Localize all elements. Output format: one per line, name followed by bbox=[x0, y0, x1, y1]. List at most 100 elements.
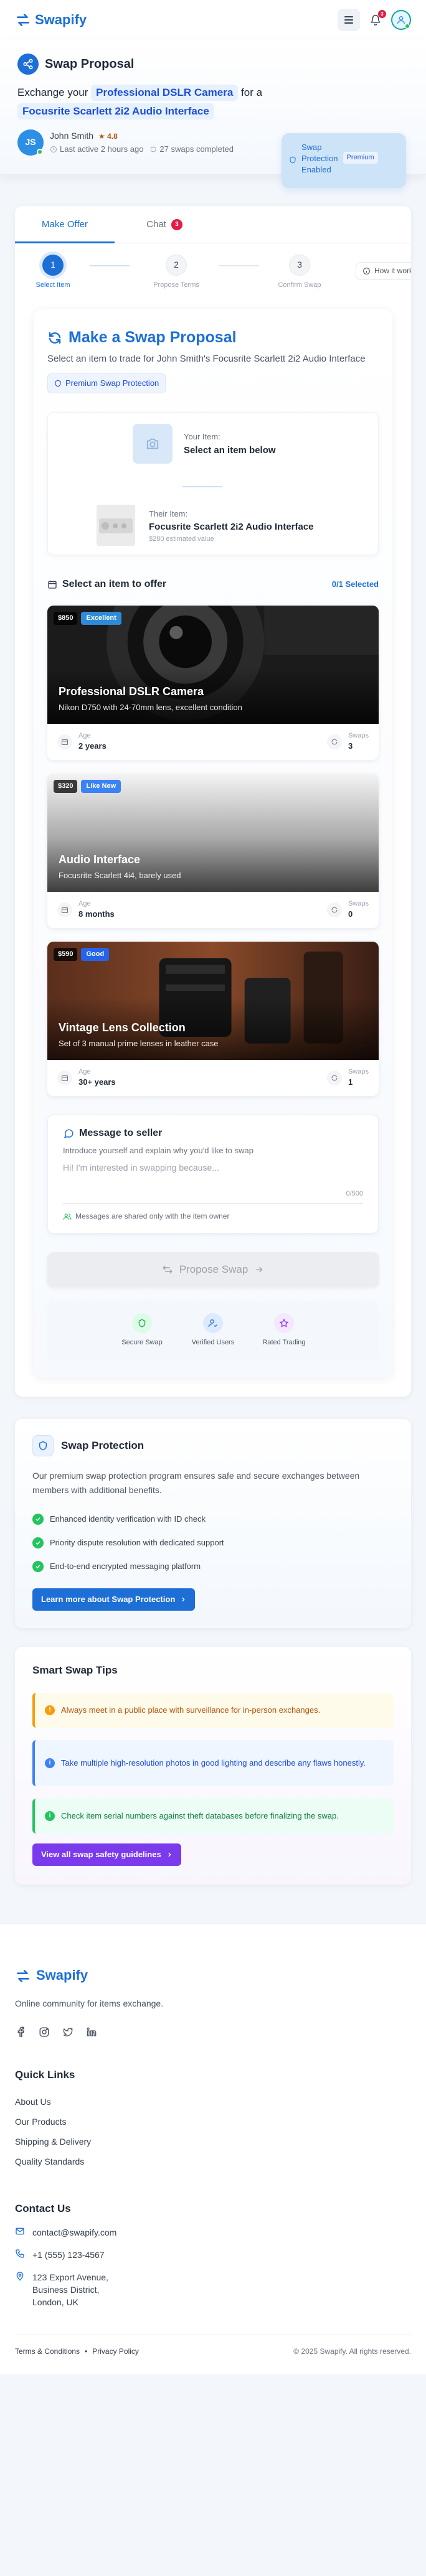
linkedin-icon[interactable] bbox=[86, 2026, 97, 2038]
their-item-label: Their Item: bbox=[149, 509, 188, 519]
swaps-label: Swaps bbox=[348, 1067, 369, 1075]
tab-chat[interactable]: Chat 3 bbox=[115, 206, 214, 243]
item-card-dslr[interactable]: $850 Excellent Professional DSLR Camera … bbox=[47, 605, 379, 760]
progress-stepper: 1 Select Item 2 Propose Terms 3 Confirm … bbox=[15, 250, 411, 293]
your-item-link[interactable]: Professional DSLR Camera bbox=[91, 85, 239, 101]
protection-title: Swap Protection bbox=[61, 1440, 144, 1452]
char-count: 0/500 bbox=[346, 1189, 363, 1197]
trust-verified-users: Verified Users bbox=[185, 1313, 241, 1347]
premium-chip: Premium bbox=[343, 152, 378, 164]
calendar-icon bbox=[57, 734, 72, 749]
item-image: $850 Excellent Professional DSLR Camera … bbox=[47, 605, 379, 724]
swap-count-text: 27 swaps completed bbox=[159, 144, 234, 154]
step-propose-terms: 2 Propose Terms bbox=[142, 255, 211, 290]
view-guidelines-button[interactable]: View all swap safety guidelines bbox=[32, 1843, 181, 1866]
separator-dot: • bbox=[85, 2347, 88, 2356]
feature-text: Priority dispute resolution with dedicat… bbox=[50, 1537, 224, 1547]
their-item-link[interactable]: Focusrite Scarlett 2i2 Audio Interface bbox=[17, 103, 214, 119]
age-label: Age bbox=[78, 1067, 91, 1075]
footer-link-shipping[interactable]: Shipping & Delivery bbox=[15, 2132, 411, 2152]
tip-text: Check item serial numbers against theft … bbox=[61, 1810, 339, 1820]
item-title: Vintage Lens Collection bbox=[59, 1021, 186, 1034]
online-indicator bbox=[37, 149, 43, 155]
footer-brand[interactable]: Swapify bbox=[15, 1966, 411, 1985]
learn-more-button[interactable]: Learn more about Swap Protection bbox=[32, 1588, 196, 1611]
chat-bubble-icon bbox=[64, 1129, 73, 1138]
select-item-heading: Select an item to offer bbox=[47, 578, 166, 591]
swap-count: 27 swaps completed bbox=[149, 144, 234, 155]
swaps-label: Swaps bbox=[348, 899, 369, 907]
step-label: Propose Terms bbox=[153, 281, 199, 289]
age-value: 2 years bbox=[78, 741, 107, 751]
your-item-value: Select an item below bbox=[184, 445, 276, 456]
message-note: Messages are shared only with the item o… bbox=[75, 1212, 230, 1221]
calendar-icon bbox=[57, 902, 72, 917]
age-value: 30+ years bbox=[78, 1077, 116, 1087]
message-textarea[interactable] bbox=[63, 1160, 363, 1204]
item-card-vintage-lens[interactable]: $590 Good Vintage Lens Collection Set of… bbox=[47, 941, 379, 1096]
price-badge: $850 bbox=[54, 611, 78, 625]
tab-label: Chat bbox=[146, 219, 166, 230]
message-subtitle: Introduce yourself and explain why you'd… bbox=[63, 1145, 253, 1155]
their-item-value: Focusrite Scarlett 2i2 Audio Interface bbox=[149, 522, 314, 533]
price-badge: $590 bbox=[54, 947, 78, 961]
feature-text: Enhanced identity verification with ID c… bbox=[50, 1514, 206, 1524]
address-line: London, UK bbox=[32, 2297, 78, 2308]
last-active: Last active 2 hours ago bbox=[50, 144, 143, 155]
social-links bbox=[15, 2026, 411, 2038]
check-icon bbox=[32, 1560, 44, 1572]
trust-secure-swap: Secure Swap bbox=[114, 1313, 170, 1347]
footer-link-products[interactable]: Our Products bbox=[15, 2112, 411, 2132]
trust-badges: Secure Swap Verified Users Rated Trading bbox=[47, 1300, 379, 1361]
your-item-placeholder[interactable] bbox=[133, 424, 173, 464]
swap-icon bbox=[162, 1265, 173, 1274]
tips-title: Smart Swap Tips bbox=[32, 1664, 118, 1677]
brand-name: Swapify bbox=[35, 11, 87, 27]
navbar: Swapify 3 bbox=[0, 0, 426, 40]
notifications-button[interactable]: 3 bbox=[367, 10, 386, 28]
feature-item: End-to-end encrypted messaging platform bbox=[32, 1555, 394, 1578]
step-number: 1 bbox=[42, 255, 64, 276]
your-item-label: Your Item: bbox=[184, 432, 220, 442]
swap-arrows-icon bbox=[17, 14, 29, 26]
how-it-works-label: How it works bbox=[374, 266, 411, 275]
step-connector bbox=[219, 265, 259, 266]
offer-card: Make Offer Chat 3 1 Select Item 2 Propos… bbox=[15, 206, 411, 1397]
message-box: Message to seller Introduce yourself and… bbox=[47, 1114, 379, 1234]
tab-bar: Make Offer Chat 3 bbox=[15, 206, 411, 243]
propose-swap-button[interactable]: Propose Swap bbox=[47, 1252, 379, 1287]
owner-avatar[interactable]: JS bbox=[17, 129, 44, 156]
twitter-icon[interactable] bbox=[62, 2026, 73, 2038]
contact-email[interactable]: contact@swapify.com bbox=[15, 2226, 411, 2239]
protection-description: Our premium swap protection program ensu… bbox=[32, 1470, 360, 1495]
terms-link[interactable]: Terms & Conditions bbox=[15, 2346, 80, 2357]
menu-button[interactable] bbox=[338, 9, 360, 31]
shield-icon bbox=[55, 380, 61, 387]
brand-logo[interactable]: Swapify bbox=[15, 11, 87, 30]
item-card-audio-interface[interactable]: $320 Like New Audio Interface Focusrite … bbox=[47, 773, 379, 928]
tab-make-offer[interactable]: Make Offer bbox=[15, 206, 115, 243]
address-line: 123 Export Avenue, bbox=[32, 2272, 108, 2283]
step-number: 3 bbox=[289, 255, 310, 276]
feature-item: Priority dispute resolution with dedicat… bbox=[32, 1531, 394, 1555]
proposal-header: Swap Proposal Exchange your Professional… bbox=[0, 40, 426, 188]
footer-link-about[interactable]: About Us bbox=[15, 2092, 411, 2112]
owner-rating: ★ 4.8 bbox=[98, 131, 118, 142]
tip-item: i Check item serial numbers against thef… bbox=[32, 1798, 394, 1834]
price-badge: $320 bbox=[54, 779, 78, 793]
owner-name[interactable]: John Smith bbox=[50, 130, 93, 143]
instagram-icon[interactable] bbox=[39, 2026, 50, 2038]
protection-line2: Protection bbox=[301, 154, 338, 163]
contact-phone[interactable]: +1 (555) 123-4567 bbox=[15, 2249, 411, 2261]
facebook-icon[interactable] bbox=[15, 2026, 26, 2038]
privacy-link[interactable]: Privacy Policy bbox=[92, 2346, 139, 2357]
protection-status-card: Swap Protection Enabled Premium bbox=[282, 133, 406, 188]
footer-link-quality[interactable]: Quality Standards bbox=[15, 2152, 411, 2171]
tip-item: i Take multiple high-resolution photos i… bbox=[32, 1740, 394, 1786]
warning-icon: ! bbox=[45, 1705, 55, 1715]
rating-value: 4.8 bbox=[107, 131, 118, 141]
how-it-works-button[interactable]: How it works bbox=[355, 262, 411, 280]
phone-icon bbox=[16, 2249, 24, 2258]
user-avatar[interactable] bbox=[391, 10, 411, 30]
condition-badge: Excellent bbox=[81, 611, 121, 625]
